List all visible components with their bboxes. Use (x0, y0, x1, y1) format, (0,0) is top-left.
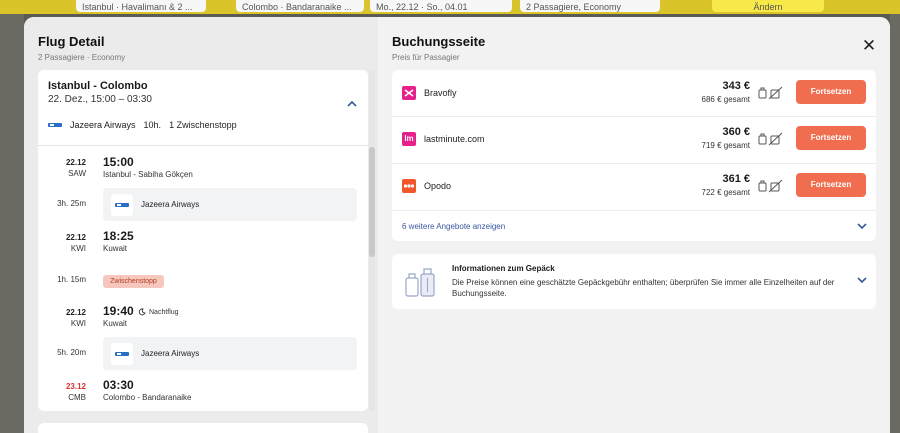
airline-logo (111, 193, 133, 216)
chevron-down-icon[interactable] (856, 274, 868, 286)
airline-summary: Jazeera Airways 10h. 1 Zwischenstopp (48, 120, 237, 130)
arr-date: 23.12 (65, 382, 86, 391)
provider-name: lastminute.com (424, 134, 485, 144)
booking-panel: Buchungsseite Preis für Passagier ✕ Brav… (378, 17, 890, 433)
offer-price: 343 € (722, 80, 750, 92)
offer-total: 722 € gesamt (701, 188, 750, 197)
airline-name: Jazeera Airways (70, 120, 136, 130)
flight-detail-panel: Flug Detail 2 Passagiere · Economy Istan… (24, 17, 378, 433)
offer-row: Opodo 361 € 722 € gesamt Fortsetzen (392, 164, 876, 210)
leg-duration: 5h. 20m (57, 348, 86, 357)
divider (38, 145, 368, 146)
baggage-info-icon (758, 132, 783, 146)
dep-airport-code: KWI (70, 319, 86, 328)
arr-airport: Kuwait (103, 244, 128, 253)
night-flight-tag: Nachtflug (138, 308, 179, 316)
route-title: Istanbul - Colombo (48, 80, 148, 92)
lastminute-logo-icon: lm (402, 132, 416, 146)
baggage-info-title: Informationen zum Gepäck (452, 264, 555, 273)
more-offers-link[interactable]: 6 weitere Angebote anzeigen (402, 222, 505, 231)
arr-time: 03:30 (103, 378, 134, 392)
bravofly-logo-icon (402, 86, 416, 100)
arr-airport-code: KWI (70, 244, 86, 253)
arr-airport: Colombo - Bandaranaike (103, 393, 192, 402)
offer-total: 686 € gesamt (701, 95, 750, 104)
flight-detail-title: Flug Detail (38, 34, 105, 49)
itinerary-card: Istanbul - Colombo 22. Dez., 15:00 – 03:… (38, 70, 368, 411)
arr-time: 18:25 (103, 229, 134, 243)
flight-detail-modal: Flug Detail 2 Passagiere · Economy Istan… (24, 17, 890, 433)
scrollbar-thumb[interactable] (369, 147, 375, 257)
jazeera-logo-icon (48, 123, 62, 127)
dep-airport: Istanbul - Sabiha Gökçen (103, 170, 193, 179)
continue-button[interactable]: Fortsetzen (796, 126, 866, 150)
passengers-field[interactable]: 2 Passagiere, Economy (520, 0, 660, 12)
overlay-right (890, 14, 900, 433)
dep-date: 22.12 (65, 158, 86, 167)
divider (392, 210, 876, 211)
provider-name: Bravofly (424, 88, 457, 98)
jazeera-logo-icon (115, 202, 129, 207)
offers-list: Bravofly 343 € 686 € gesamt Fortsetzen l… (392, 70, 876, 241)
offer-row: lm lastminute.com 360 € 719 € gesamt For… (392, 117, 876, 163)
baggage-info-icon (758, 86, 783, 100)
chevron-down-icon[interactable] (856, 220, 868, 232)
stops-count: 1 Zwischenstopp (169, 120, 237, 130)
dep-airport: Kuwait (103, 319, 128, 328)
moon-icon (138, 308, 146, 316)
destination-field[interactable]: Colombo · Bandaranaike ... (236, 0, 364, 12)
offer-price: 361 € (722, 173, 750, 185)
chevron-up-icon[interactable] (346, 98, 358, 110)
passenger-summary: 2 Passagiere · Economy (38, 53, 126, 62)
overlay-left (0, 14, 24, 433)
arr-airport-code: CMB (68, 393, 86, 402)
return-itinerary-card (38, 423, 368, 433)
continue-button[interactable]: Fortsetzen (796, 173, 866, 197)
dates-field[interactable]: Mo., 22.12 · So., 04.01 (370, 0, 512, 12)
baggage-info-icon (758, 179, 783, 193)
dep-date: 22.12 (65, 308, 86, 317)
dep-airport-code: SAW (68, 169, 86, 178)
baggage-info-text: Die Preise können eine geschätzte Gepäck… (452, 278, 835, 298)
dep-time: 15:00 (103, 155, 134, 169)
leg-airline-box: Jazeera Airways (103, 337, 357, 370)
flight-duration: 10h. (143, 120, 162, 130)
layover-duration: 1h. 15m (57, 275, 86, 284)
layover-badge: Zwischenstopp (103, 275, 164, 288)
luggage-icon (405, 268, 435, 297)
dep-time: 19:40 (103, 304, 134, 318)
change-search-button[interactable]: Ändern (712, 0, 824, 12)
booking-title: Buchungsseite (392, 34, 486, 49)
baggage-info-card[interactable]: Informationen zum Gepäck Die Preise könn… (392, 254, 876, 309)
leg-duration: 3h. 25m (57, 199, 86, 208)
route-time: 22. Dez., 15:00 – 03:30 (48, 94, 152, 105)
price-note: Preis für Passagier (392, 53, 460, 62)
offer-price: 360 € (722, 126, 750, 138)
opodo-logo-icon (402, 179, 416, 193)
provider-name: Opodo (424, 181, 452, 191)
night-flight-label: Nachtflug (149, 308, 179, 316)
close-icon[interactable]: ✕ (860, 37, 878, 55)
search-bar: Istanbul · Havalimanı & 2 ... Colombo · … (0, 0, 900, 14)
offer-total: 719 € gesamt (701, 141, 750, 150)
leg-airline-name: Jazeera Airways (141, 200, 200, 209)
continue-button[interactable]: Fortsetzen (796, 80, 866, 104)
leg-airline-name: Jazeera Airways (141, 349, 200, 358)
offer-row: Bravofly 343 € 686 € gesamt Fortsetzen (392, 70, 876, 116)
airline-logo (111, 342, 133, 365)
leg-airline-box: Jazeera Airways (103, 188, 357, 221)
origin-field[interactable]: Istanbul · Havalimanı & 2 ... (76, 0, 206, 12)
jazeera-logo-icon (115, 351, 129, 356)
arr-date: 22.12 (65, 233, 86, 242)
